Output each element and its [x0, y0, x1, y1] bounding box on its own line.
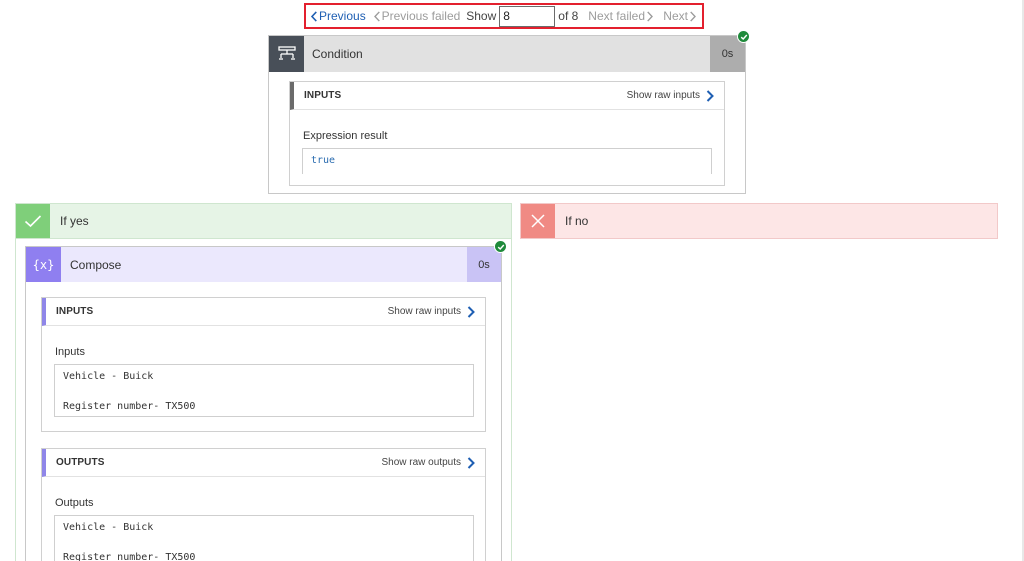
inputs-field-label: Inputs: [55, 346, 85, 358]
checkmark-icon: [16, 204, 50, 238]
condition-header[interactable]: Condition 0s: [269, 36, 745, 72]
of-total-label: of 8: [558, 9, 579, 23]
compose-inputs-panel: INPUTS Show raw inputs Inputs Vehicle - …: [41, 297, 486, 432]
next-failed-label: Next failed: [588, 9, 645, 23]
chevron-right-icon: [467, 456, 475, 469]
next-button[interactable]: Next: [663, 9, 698, 23]
expression-result-label: Expression result: [303, 130, 388, 142]
inputs-heading: INPUTS: [304, 90, 342, 101]
if-no-label: If no: [565, 214, 589, 228]
next-label: Next: [663, 9, 688, 23]
check-circle-icon: [497, 244, 504, 250]
check-circle-icon: [740, 34, 747, 40]
condition-success-badge: [737, 30, 750, 43]
compose-outputs-header: OUTPUTS Show raw outputs: [42, 449, 485, 477]
condition-title: Condition: [312, 47, 363, 61]
compose-success-badge: [494, 240, 507, 253]
chevron-left-icon: [372, 10, 382, 22]
compose-inputs-header: INPUTS Show raw inputs: [42, 298, 485, 326]
if-no-branch[interactable]: If no: [520, 203, 998, 239]
condition-inputs-panel: INPUTS Show raw inputs Expression result…: [289, 81, 725, 186]
chevron-right-icon: [688, 10, 698, 22]
inputs-heading: INPUTS: [56, 306, 94, 317]
show-label: Show: [466, 9, 497, 23]
compose-title: Compose: [70, 257, 122, 272]
condition-icon: [269, 36, 304, 72]
previous-label: Previous: [319, 9, 366, 23]
if-yes-branch[interactable]: If yes: [15, 203, 512, 239]
chevron-right-icon: [645, 10, 655, 22]
show-raw-outputs-label: Show raw outputs: [381, 457, 462, 468]
chevron-left-icon: [309, 10, 319, 22]
compose-header[interactable]: {x} Compose 0s: [26, 247, 501, 282]
show-raw-inputs-link[interactable]: Show raw inputs: [626, 89, 714, 102]
show-raw-inputs-link[interactable]: Show raw inputs: [387, 305, 475, 318]
expression-result-value: true: [302, 148, 712, 174]
run-index-input[interactable]: [499, 5, 556, 27]
compose-icon: {x}: [26, 247, 61, 282]
show-raw-inputs-label: Show raw inputs: [626, 90, 700, 101]
run-pager: Previous Previous failed Show of 8 Next …: [304, 3, 704, 29]
if-yes-label: If yes: [60, 214, 89, 228]
inputs-field-value: Vehicle - Buick Register number- TX500: [54, 364, 474, 417]
show-raw-outputs-link[interactable]: Show raw outputs: [381, 456, 476, 469]
close-icon: [521, 204, 555, 238]
chevron-right-icon: [467, 305, 475, 318]
outputs-heading: OUTPUTS: [56, 457, 105, 468]
compose-outputs-panel: OUTPUTS Show raw outputs Outputs Vehicle…: [41, 448, 486, 561]
outputs-field-label: Outputs: [55, 497, 94, 509]
previous-failed-button[interactable]: Previous failed: [372, 9, 461, 23]
compose-duration: 0s: [467, 247, 501, 282]
condition-inputs-header: INPUTS Show raw inputs: [290, 82, 724, 110]
outputs-field-value: Vehicle - Buick Register number- TX500: [54, 515, 474, 561]
chevron-right-icon: [706, 89, 714, 102]
condition-card: Condition 0s INPUTS Show raw inputs Expr…: [268, 35, 746, 194]
previous-failed-label: Previous failed: [381, 9, 461, 23]
previous-button[interactable]: Previous: [309, 9, 366, 23]
compose-card: {x} Compose 0s INPUTS Show raw inputs In…: [25, 246, 502, 561]
show-raw-inputs-label: Show raw inputs: [387, 306, 461, 317]
next-failed-button[interactable]: Next failed: [588, 9, 655, 23]
